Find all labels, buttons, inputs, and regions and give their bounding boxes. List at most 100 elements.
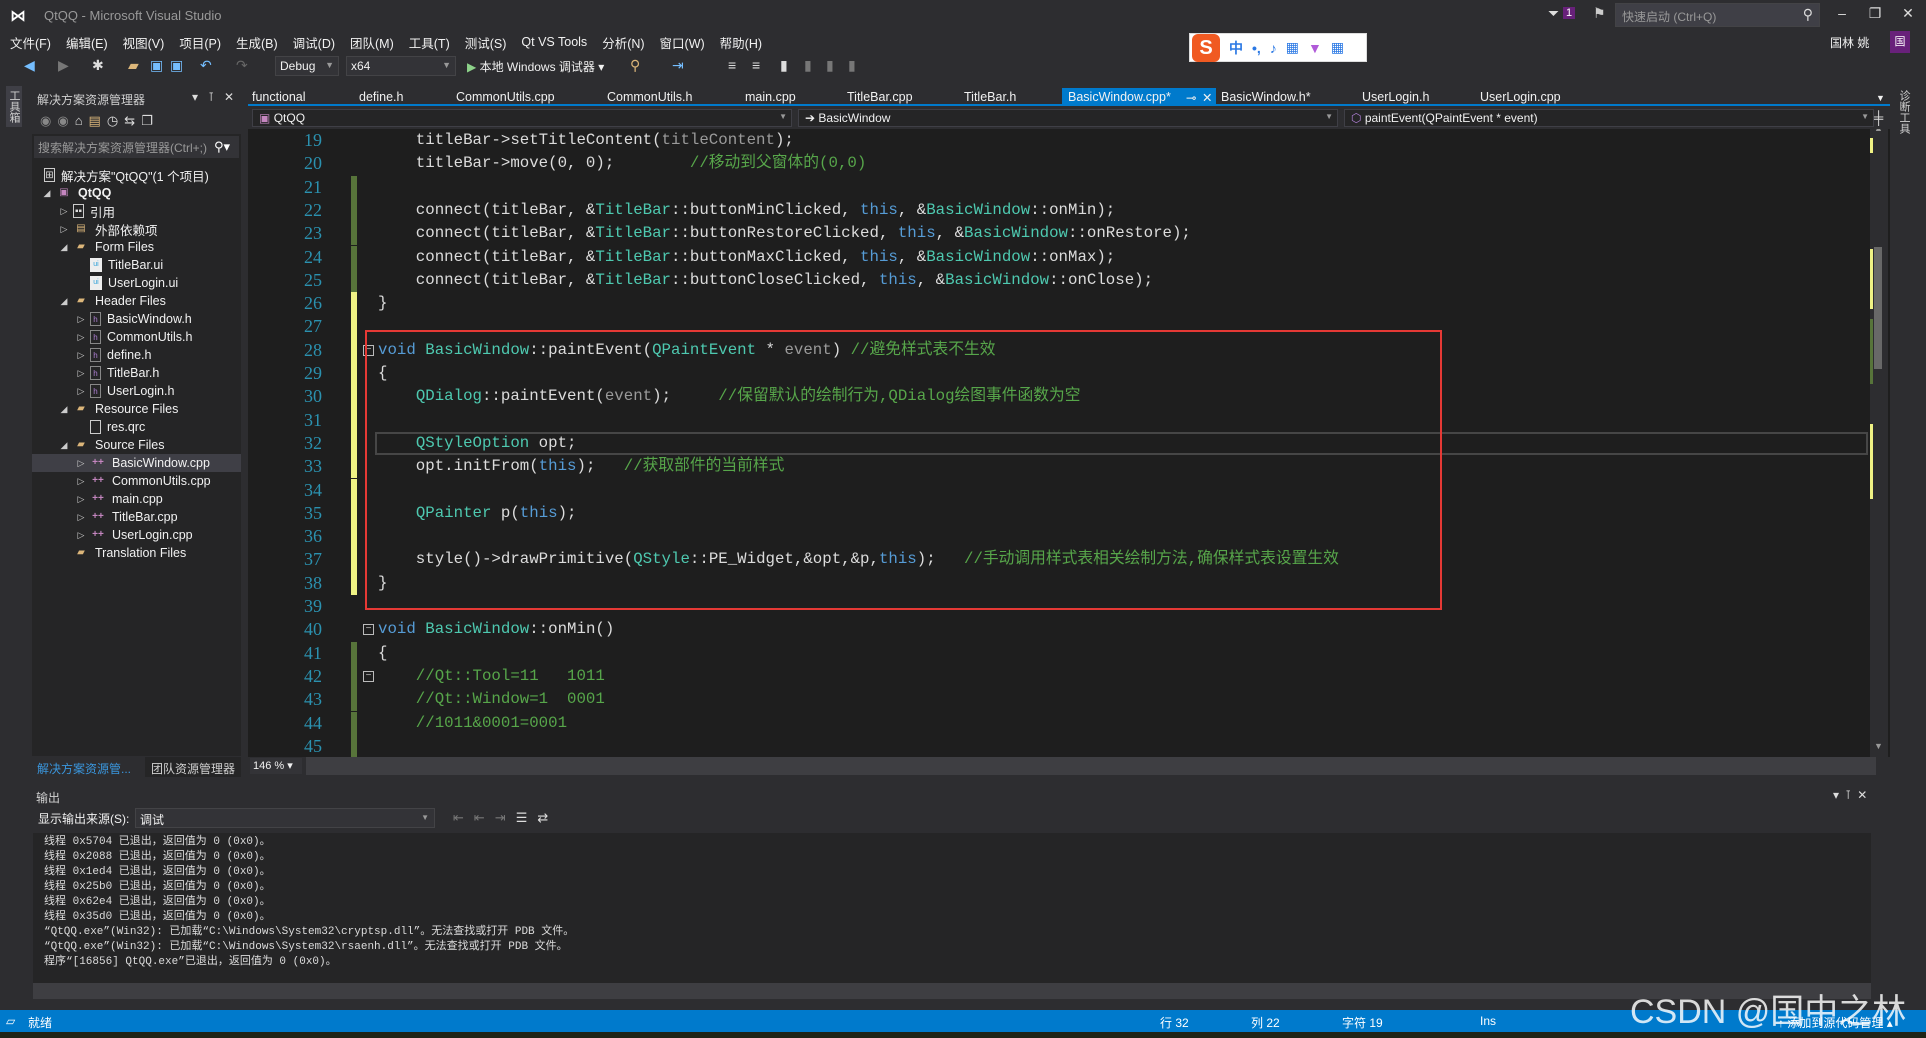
project-dropdown[interactable]: ▣ QtQQ ▼ bbox=[252, 109, 792, 127]
collapsed-arrow-icon[interactable]: ▷ bbox=[74, 458, 88, 469]
pending-changes-icon[interactable]: ◷ bbox=[107, 113, 124, 128]
code-line[interactable]: connect(titleBar, &TitleBar::buttonClose… bbox=[378, 269, 1153, 292]
goto-next-message-icon[interactable]: ⇥ bbox=[495, 810, 516, 825]
pin-icon[interactable]: ⊺ bbox=[1845, 788, 1857, 802]
pin-icon[interactable]: ⊺ bbox=[208, 90, 214, 104]
start-debugging-button[interactable]: ▶ 本地 Windows 调试器 ▾ bbox=[467, 58, 604, 75]
tree-item[interactable]: ▷ h TitleBar.h bbox=[32, 364, 241, 382]
tab-basicwindow-cpp[interactable]: BasicWindow.cpp* ⊸ ✕ bbox=[1062, 88, 1216, 106]
scrollbar-thumb[interactable] bbox=[1874, 247, 1882, 369]
tab-titlebar-h[interactable]: TitleBar.h bbox=[964, 88, 1016, 106]
notifications-icon[interactable]: ⏷ bbox=[1548, 5, 1559, 22]
tab-userlogin-cpp[interactable]: UserLogin.cpp bbox=[1480, 88, 1561, 106]
forward-icon[interactable]: ▶ bbox=[58, 57, 69, 74]
save-icon[interactable]: ▣ bbox=[150, 57, 163, 74]
tree-item[interactable]: ⊞ 解决方案"QtQQ"(1 个项目) bbox=[32, 166, 241, 184]
collapse-icon[interactable]: − bbox=[363, 670, 374, 682]
user-name[interactable]: 国林 姚 bbox=[1830, 34, 1869, 51]
code-line[interactable]: void BasicWindow::onMin() bbox=[378, 618, 614, 641]
menu-qt-vs-tools[interactable]: Qt VS Tools bbox=[521, 35, 587, 49]
avatar[interactable]: 国 bbox=[1890, 31, 1910, 53]
prev-bookmark-icon[interactable]: ▮ bbox=[804, 57, 812, 74]
tab-functional[interactable]: functional bbox=[252, 88, 306, 106]
ime-toolbox-icon[interactable]: ▦ bbox=[1331, 39, 1344, 56]
quick-launch-input[interactable]: 快速启动 (Ctrl+Q) ⚲ bbox=[1615, 3, 1820, 27]
diagnostic-tools-tab[interactable]: 诊断工具 bbox=[1896, 86, 1912, 138]
collapsed-arrow-icon[interactable]: ▷ bbox=[74, 494, 88, 505]
bookmark-icon[interactable]: ▮ bbox=[780, 57, 788, 74]
tree-item[interactable]: ▷ h BasicWindow.h bbox=[32, 310, 241, 328]
configuration-dropdown[interactable]: Debug ▼ bbox=[275, 56, 339, 76]
collapsed-arrow-icon[interactable]: ▷ bbox=[74, 386, 88, 397]
code-line[interactable]: { bbox=[378, 642, 387, 665]
close-icon[interactable]: ✕ bbox=[1857, 788, 1873, 802]
collapsed-arrow-icon[interactable]: ▷ bbox=[74, 368, 88, 379]
menu-analyze[interactable]: 分析(N) bbox=[602, 33, 644, 52]
output-text[interactable]: 线程 0x5704 已退出，返回值为 0 (0x0)。 线程 0x2088 已退出… bbox=[33, 833, 1871, 983]
save-all-icon[interactable]: ▣ bbox=[170, 57, 183, 74]
tree-item[interactable]: ▷ h define.h bbox=[32, 346, 241, 364]
home-icon[interactable]: ⌂ bbox=[75, 113, 89, 128]
tree-item[interactable]: ◢ ▰ Form Files bbox=[32, 238, 241, 256]
tree-item[interactable]: ▷ ++ BasicWindow.cpp bbox=[32, 454, 241, 472]
tree-item[interactable]: ▷ h UserLogin.h bbox=[32, 382, 241, 400]
scroll-up-icon[interactable]: ▲ bbox=[1874, 129, 1883, 133]
redo-icon[interactable]: ↷ bbox=[236, 57, 248, 74]
back-icon[interactable]: ◉ bbox=[40, 113, 57, 128]
scroll-down-icon[interactable]: ▼ bbox=[1874, 741, 1883, 751]
tab-commonutils-h[interactable]: CommonUtils.h bbox=[607, 88, 692, 106]
tab-basicwindow-h[interactable]: BasicWindow.h* bbox=[1221, 88, 1311, 106]
word-wrap-icon[interactable]: ⇄ bbox=[537, 810, 558, 825]
ime-keyboard-icon[interactable]: ▦ bbox=[1286, 39, 1299, 56]
class-dropdown[interactable]: ➔ BasicWindow ▼ bbox=[798, 109, 1338, 127]
split-window-icon[interactable]: ╪ bbox=[1874, 110, 1883, 125]
tree-item[interactable]: ui UserLogin.ui bbox=[32, 274, 241, 292]
tab-solution-explorer[interactable]: 解决方案资源管... bbox=[37, 760, 131, 777]
forward-icon[interactable]: ◉ bbox=[57, 113, 74, 128]
code-line[interactable]: } bbox=[378, 292, 387, 315]
tab-main-cpp[interactable]: main.cpp bbox=[745, 88, 796, 106]
minimize-button[interactable]: ‒ bbox=[1830, 5, 1854, 21]
switch-view-icon[interactable]: ▤ bbox=[89, 113, 107, 128]
collapsed-arrow-icon[interactable]: ▷ bbox=[57, 206, 71, 217]
menu-help[interactable]: 帮助(H) bbox=[720, 33, 762, 52]
dropdown-icon[interactable]: ▾ bbox=[192, 90, 198, 104]
tree-item[interactable]: ▷ ++ TitleBar.cpp bbox=[32, 508, 241, 526]
menu-project[interactable]: 项目(P) bbox=[179, 33, 221, 52]
ime-microphone-icon[interactable]: ♪ bbox=[1270, 40, 1277, 56]
expanded-arrow-icon[interactable]: ◢ bbox=[57, 242, 71, 253]
toolbox-tab[interactable]: 工具箱 bbox=[6, 86, 22, 127]
tree-item[interactable]: ▷ ++ CommonUtils.cpp bbox=[32, 472, 241, 490]
menu-debug[interactable]: 调试(D) bbox=[293, 33, 335, 52]
tree-item[interactable]: ▰ Translation Files bbox=[32, 544, 241, 562]
menu-file[interactable]: 文件(F) bbox=[10, 33, 51, 52]
code-line[interactable]: connect(titleBar, &TitleBar::buttonMinCl… bbox=[378, 199, 1115, 222]
horizontal-scrollbar[interactable] bbox=[306, 757, 1876, 775]
ime-skin-icon[interactable]: ▼ bbox=[1308, 40, 1322, 56]
collapsed-arrow-icon[interactable]: ▷ bbox=[74, 512, 88, 523]
expanded-arrow-icon[interactable]: ◢ bbox=[57, 296, 71, 307]
tree-item[interactable]: ▷ ++ main.cpp bbox=[32, 490, 241, 508]
output-vertical-scrollbar[interactable] bbox=[1871, 833, 1890, 983]
restore-button[interactable]: ❐ bbox=[1863, 5, 1887, 22]
tab-define-h[interactable]: define.h bbox=[359, 88, 403, 106]
feedback-icon[interactable]: ⚑ bbox=[1593, 5, 1606, 22]
code-line[interactable]: connect(titleBar, &TitleBar::buttonResto… bbox=[378, 222, 1191, 245]
menu-view[interactable]: 视图(V) bbox=[123, 33, 165, 52]
platform-dropdown[interactable]: x64 ▼ bbox=[346, 56, 456, 76]
output-horizontal-scrollbar[interactable] bbox=[33, 983, 1871, 999]
sync-icon[interactable]: ⇆ bbox=[124, 113, 141, 128]
tree-item[interactable]: res.qrc bbox=[32, 418, 241, 436]
menu-tools[interactable]: 工具(T) bbox=[409, 33, 450, 52]
code-line[interactable]: //Qt::Window=1 0001 bbox=[378, 688, 605, 711]
pin-icon[interactable]: ⊸ bbox=[1186, 90, 1196, 105]
new-project-icon[interactable]: ✱ bbox=[92, 57, 104, 74]
code-line[interactable]: connect(titleBar, &TitleBar::buttonMaxCl… bbox=[378, 246, 1115, 269]
goto-prev-icon[interactable]: ⇤ bbox=[453, 810, 474, 825]
expanded-arrow-icon[interactable]: ◢ bbox=[57, 404, 71, 415]
collapsed-arrow-icon[interactable]: ▷ bbox=[74, 476, 88, 487]
find-in-files-icon[interactable]: ⚲ bbox=[630, 57, 640, 74]
tree-item[interactable]: ui TitleBar.ui bbox=[32, 256, 241, 274]
tree-item[interactable]: ▷ ▤ 外部依赖项 bbox=[32, 220, 241, 238]
collapsed-arrow-icon[interactable]: ▷ bbox=[74, 350, 88, 361]
